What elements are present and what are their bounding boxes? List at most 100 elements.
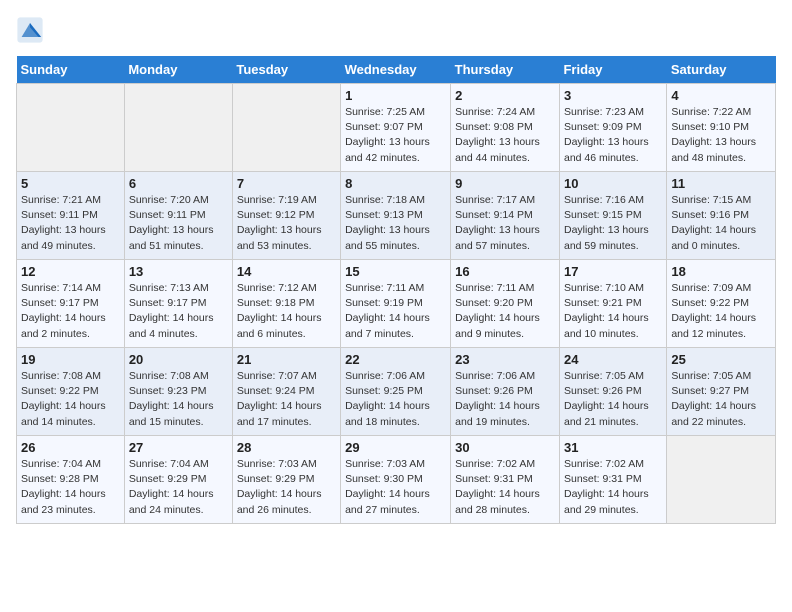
- day-number: 1: [345, 88, 446, 103]
- calendar-cell: 11Sunrise: 7:15 AMSunset: 9:16 PMDayligh…: [667, 172, 776, 260]
- weekday-row: SundayMondayTuesdayWednesdayThursdayFrid…: [17, 56, 776, 84]
- calendar-cell: 7 Sunrise: 7:19 AMSunset: 9:12 PMDaylight…: [232, 172, 340, 260]
- calendar-cell: 23 Sunrise: 7:06 AMSunset: 9:26 PMDayligh…: [451, 348, 560, 436]
- day-info: Sunrise: 7:10 AMSunset: 9:21 PMDaylight:…: [564, 281, 662, 342]
- calendar-table: SundayMondayTuesdayWednesdayThursdayFrid…: [16, 56, 776, 524]
- day-info: Sunrise: 7:13 AMSunset: 9:17 PMDaylight:…: [129, 281, 228, 342]
- day-number: 28: [237, 440, 336, 455]
- day-info: Sunrise: 7:16 AMSunset: 9:15 PMDaylight:…: [564, 193, 662, 254]
- calendar-cell: 17 Sunrise: 7:10 AMSunset: 9:21 PMDayligh…: [559, 260, 666, 348]
- day-number: 12: [21, 264, 120, 279]
- day-number: 26: [21, 440, 120, 455]
- calendar-cell: [232, 84, 340, 172]
- calendar-cell: 29 Sunrise: 7:03 AMSunset: 9:30 PMDayligh…: [341, 436, 451, 524]
- day-info: Sunrise: 7:18 AMSunset: 9:13 PMDaylight:…: [345, 193, 446, 254]
- weekday-header: Wednesday: [341, 56, 451, 84]
- calendar-header: SundayMondayTuesdayWednesdayThursdayFrid…: [17, 56, 776, 84]
- day-info: Sunrise: 7:14 AMSunset: 9:17 PMDaylight:…: [21, 281, 120, 342]
- day-number: 31: [564, 440, 662, 455]
- calendar-cell: 22 Sunrise: 7:06 AMSunset: 9:25 PMDayligh…: [341, 348, 451, 436]
- day-info: Sunrise: 7:06 AMSunset: 9:25 PMDaylight:…: [345, 369, 446, 430]
- day-info: Sunrise: 7:04 AMSunset: 9:29 PMDaylight:…: [129, 457, 228, 518]
- day-info: Sunrise: 7:06 AMSunset: 9:26 PMDaylight:…: [455, 369, 555, 430]
- calendar-cell: 8 Sunrise: 7:18 AMSunset: 9:13 PMDaylight…: [341, 172, 451, 260]
- calendar-cell: 3Sunrise: 7:23 AMSunset: 9:09 PMDaylight…: [559, 84, 666, 172]
- day-number: 30: [455, 440, 555, 455]
- calendar-cell: 25Sunrise: 7:05 AMSunset: 9:27 PMDayligh…: [667, 348, 776, 436]
- day-info: Sunrise: 7:19 AMSunset: 9:12 PMDaylight:…: [237, 193, 336, 254]
- day-info: Sunrise: 7:11 AMSunset: 9:20 PMDaylight:…: [455, 281, 555, 342]
- day-info: Sunrise: 7:03 AMSunset: 9:30 PMDaylight:…: [345, 457, 446, 518]
- day-number: 25: [671, 352, 771, 367]
- day-info: Sunrise: 7:25 AMSunset: 9:07 PMDaylight:…: [345, 105, 446, 166]
- calendar-week-row: 5 Sunrise: 7:21 AMSunset: 9:11 PMDaylight…: [17, 172, 776, 260]
- calendar-week-row: 26 Sunrise: 7:04 AMSunset: 9:28 PMDayligh…: [17, 436, 776, 524]
- calendar-cell: 18 Sunrise: 7:09 AMSunset: 9:22 PMDayligh…: [667, 260, 776, 348]
- day-number: 18: [671, 264, 771, 279]
- weekday-header: Sunday: [17, 56, 125, 84]
- calendar-cell: 30Sunrise: 7:02 AMSunset: 9:31 PMDayligh…: [451, 436, 560, 524]
- logo: [16, 16, 48, 44]
- day-info: Sunrise: 7:03 AMSunset: 9:29 PMDaylight:…: [237, 457, 336, 518]
- day-number: 27: [129, 440, 228, 455]
- day-number: 16: [455, 264, 555, 279]
- day-number: 24: [564, 352, 662, 367]
- day-number: 3: [564, 88, 662, 103]
- calendar-body: 1 Sunrise: 7:25 AMSunset: 9:07 PMDaylight…: [17, 84, 776, 524]
- day-info: Sunrise: 7:20 AMSunset: 9:11 PMDaylight:…: [129, 193, 228, 254]
- calendar-cell: [667, 436, 776, 524]
- day-number: 8: [345, 176, 446, 191]
- day-number: 19: [21, 352, 120, 367]
- day-number: 15: [345, 264, 446, 279]
- calendar-cell: 12 Sunrise: 7:14 AMSunset: 9:17 PMDayligh…: [17, 260, 125, 348]
- calendar-cell: 27 Sunrise: 7:04 AMSunset: 9:29 PMDayligh…: [124, 436, 232, 524]
- day-info: Sunrise: 7:05 AMSunset: 9:26 PMDaylight:…: [564, 369, 662, 430]
- day-info: Sunrise: 7:08 AMSunset: 9:23 PMDaylight:…: [129, 369, 228, 430]
- calendar-cell: 5 Sunrise: 7:21 AMSunset: 9:11 PMDaylight…: [17, 172, 125, 260]
- weekday-header: Saturday: [667, 56, 776, 84]
- day-info: Sunrise: 7:17 AMSunset: 9:14 PMDaylight:…: [455, 193, 555, 254]
- day-number: 10: [564, 176, 662, 191]
- calendar-cell: 31 Sunrise: 7:02 AMSunset: 9:31 PMDayligh…: [559, 436, 666, 524]
- day-number: 4: [671, 88, 771, 103]
- calendar-cell: 26 Sunrise: 7:04 AMSunset: 9:28 PMDayligh…: [17, 436, 125, 524]
- calendar-week-row: 19 Sunrise: 7:08 AMSunset: 9:22 PMDayligh…: [17, 348, 776, 436]
- day-info: Sunrise: 7:21 AMSunset: 9:11 PMDaylight:…: [21, 193, 120, 254]
- calendar-cell: 15 Sunrise: 7:11 AMSunset: 9:19 PMDayligh…: [341, 260, 451, 348]
- day-number: 9: [455, 176, 555, 191]
- calendar-cell: 24 Sunrise: 7:05 AMSunset: 9:26 PMDayligh…: [559, 348, 666, 436]
- day-info: Sunrise: 7:07 AMSunset: 9:24 PMDaylight:…: [237, 369, 336, 430]
- day-number: 17: [564, 264, 662, 279]
- day-number: 6: [129, 176, 228, 191]
- weekday-header: Thursday: [451, 56, 560, 84]
- day-info: Sunrise: 7:15 AMSunset: 9:16 PMDaylight:…: [671, 193, 771, 254]
- day-info: Sunrise: 7:11 AMSunset: 9:19 PMDaylight:…: [345, 281, 446, 342]
- weekday-header: Monday: [124, 56, 232, 84]
- calendar-cell: 9 Sunrise: 7:17 AMSunset: 9:14 PMDaylight…: [451, 172, 560, 260]
- calendar-cell: 14Sunrise: 7:12 AMSunset: 9:18 PMDayligh…: [232, 260, 340, 348]
- day-info: Sunrise: 7:09 AMSunset: 9:22 PMDaylight:…: [671, 281, 771, 342]
- calendar-cell: 4Sunrise: 7:22 AMSunset: 9:10 PMDaylight…: [667, 84, 776, 172]
- calendar-cell: 13Sunrise: 7:13 AMSunset: 9:17 PMDayligh…: [124, 260, 232, 348]
- day-number: 2: [455, 88, 555, 103]
- day-number: 23: [455, 352, 555, 367]
- calendar-week-row: 12 Sunrise: 7:14 AMSunset: 9:17 PMDayligh…: [17, 260, 776, 348]
- day-number: 20: [129, 352, 228, 367]
- day-number: 29: [345, 440, 446, 455]
- calendar-cell: 1 Sunrise: 7:25 AMSunset: 9:07 PMDaylight…: [341, 84, 451, 172]
- day-info: Sunrise: 7:04 AMSunset: 9:28 PMDaylight:…: [21, 457, 120, 518]
- day-info: Sunrise: 7:02 AMSunset: 9:31 PMDaylight:…: [564, 457, 662, 518]
- day-info: Sunrise: 7:12 AMSunset: 9:18 PMDaylight:…: [237, 281, 336, 342]
- day-info: Sunrise: 7:08 AMSunset: 9:22 PMDaylight:…: [21, 369, 120, 430]
- calendar-cell: [17, 84, 125, 172]
- calendar-cell: 20 Sunrise: 7:08 AMSunset: 9:23 PMDayligh…: [124, 348, 232, 436]
- day-number: 21: [237, 352, 336, 367]
- weekday-header: Friday: [559, 56, 666, 84]
- calendar-cell: 16 Sunrise: 7:11 AMSunset: 9:20 PMDayligh…: [451, 260, 560, 348]
- calendar-week-row: 1 Sunrise: 7:25 AMSunset: 9:07 PMDaylight…: [17, 84, 776, 172]
- day-number: 7: [237, 176, 336, 191]
- day-number: 5: [21, 176, 120, 191]
- calendar-cell: 21 Sunrise: 7:07 AMSunset: 9:24 PMDayligh…: [232, 348, 340, 436]
- calendar-cell: 28 Sunrise: 7:03 AMSunset: 9:29 PMDayligh…: [232, 436, 340, 524]
- day-number: 22: [345, 352, 446, 367]
